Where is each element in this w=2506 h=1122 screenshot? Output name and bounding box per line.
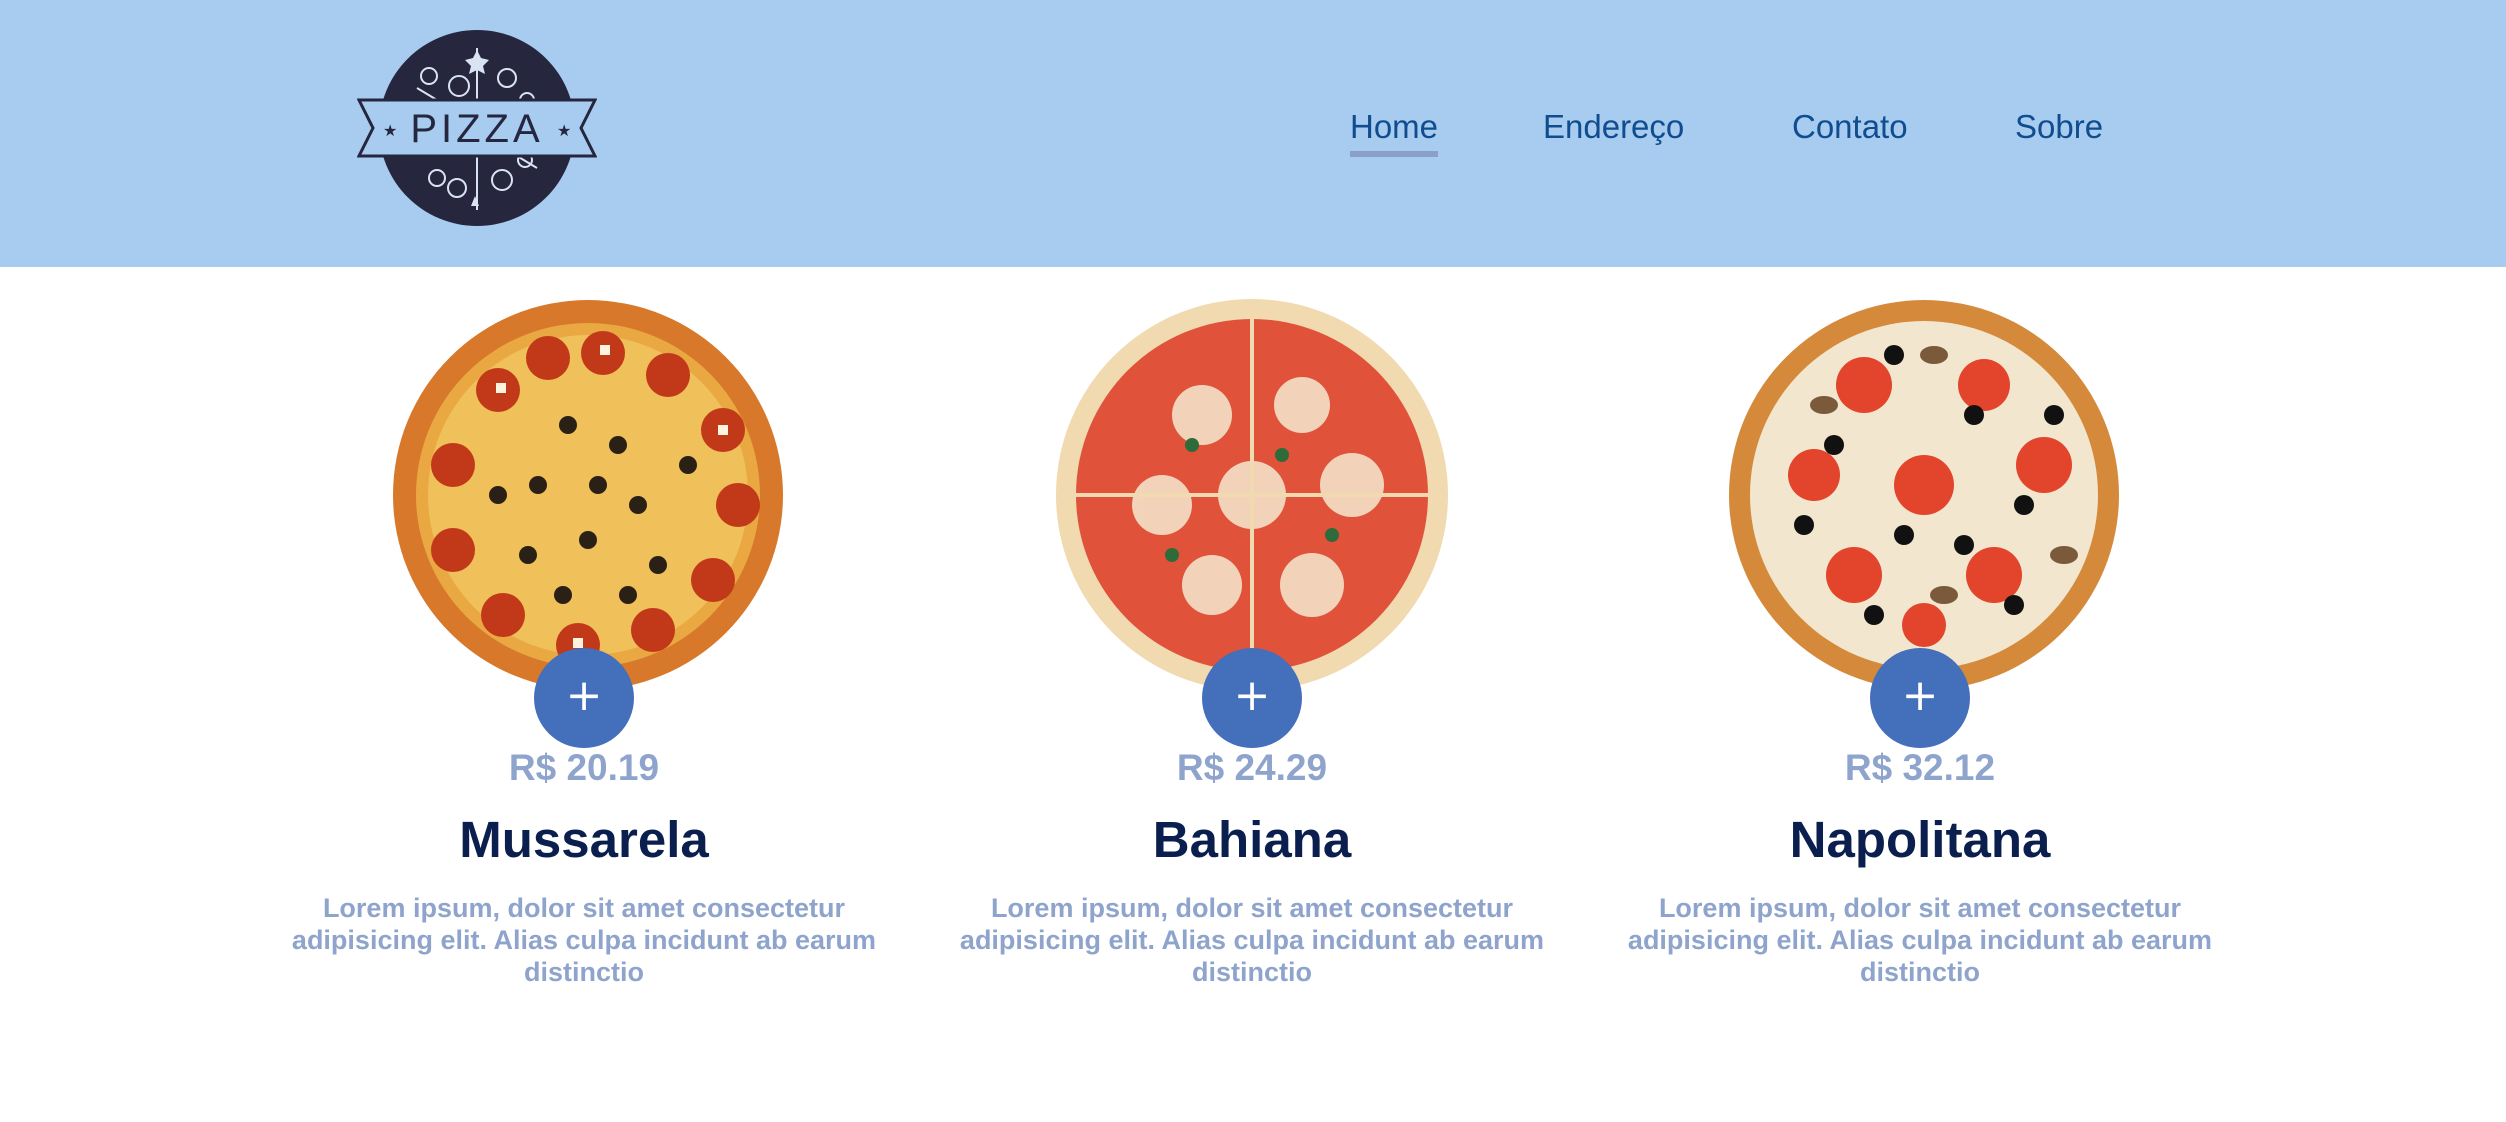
nav-home[interactable]: Home <box>1350 108 1439 157</box>
price-label: R$ 24.29 <box>1176 747 1328 788</box>
add-to-cart-button[interactable]: + <box>534 648 634 748</box>
svg-text:★: ★ <box>383 123 397 140</box>
pizza-name: Mussarela <box>459 811 709 868</box>
add-to-cart-button[interactable]: + <box>1870 648 1970 748</box>
pizza-image <box>393 300 783 690</box>
pizza-image <box>1729 300 2119 690</box>
svg-text:★: ★ <box>557 123 571 140</box>
pizza-description: Lorem ipsum, dolor sit amet consectetur … <box>1627 893 2213 987</box>
pizza-card: + R$ 32.12 Napolitana Lorem ipsum, dolor… <box>1620 295 2220 1015</box>
site-header: ★ ★ PIZZA Home Endereço Contato Sobre <box>0 0 2506 267</box>
nav-contato[interactable]: Contato <box>1792 108 1908 146</box>
pizza-image <box>1056 299 1448 691</box>
pizza-name: Bahiana <box>1152 811 1352 868</box>
price-label: R$ 20.19 <box>508 747 660 788</box>
pizza-card: + R$ 20.19 Mussarela Lorem ipsum, dolor … <box>284 295 884 1015</box>
pizza-card: + R$ 24.29 Bahiana Lorem ipsum, dolor si… <box>952 295 1552 1015</box>
logo-text: PIZZA <box>410 107 543 151</box>
pizza-description: Lorem ipsum, dolor sit amet consectetur … <box>959 893 1545 987</box>
nav-endereco[interactable]: Endereço <box>1543 108 1684 146</box>
nav-sobre[interactable]: Sobre <box>2015 108 2103 146</box>
add-to-cart-button[interactable]: + <box>1202 648 1302 748</box>
pizza-description: Lorem ipsum, dolor sit amet consectetur … <box>291 893 877 987</box>
pizza-logo[interactable]: ★ ★ PIZZA <box>357 28 597 230</box>
price-label: R$ 32.12 <box>1844 747 1996 788</box>
pizza-name: Napolitana <box>1789 811 2051 868</box>
